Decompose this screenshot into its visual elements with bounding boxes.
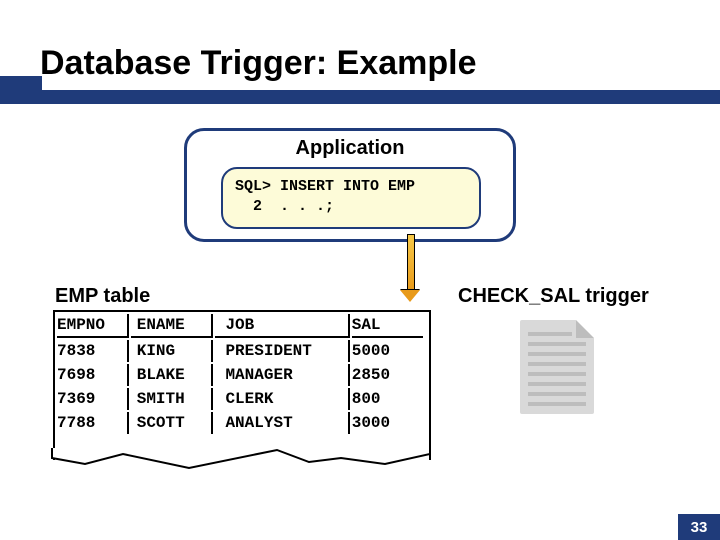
cell-job: ANALYST bbox=[215, 412, 349, 434]
cell-empno: 7369 bbox=[57, 388, 129, 410]
cell-job: CLERK bbox=[215, 388, 349, 410]
emp-table-label: EMP table bbox=[55, 285, 150, 308]
table-row: 7838 KING PRESIDENT 5000 bbox=[57, 340, 423, 362]
emp-table: EMPNO ENAME JOB SAL 7838 KING PRESIDENT … bbox=[55, 312, 425, 436]
table-row: 7698 BLAKE MANAGER 2850 bbox=[57, 364, 423, 386]
application-label: Application bbox=[187, 137, 513, 160]
sql-statement-box: SQL> INSERT INTO EMP 2 . . .; bbox=[221, 167, 481, 229]
cell-ename: KING bbox=[131, 340, 214, 362]
cell-job: PRESIDENT bbox=[215, 340, 349, 362]
arrow-down-icon bbox=[405, 234, 415, 300]
th-sal: SAL bbox=[352, 314, 423, 338]
th-empno: EMPNO bbox=[57, 314, 129, 338]
title-accent-bar bbox=[0, 90, 720, 104]
cell-sal: 3000 bbox=[352, 412, 423, 434]
cell-sal: 5000 bbox=[352, 340, 423, 362]
sql-line-1: SQL> INSERT INTO EMP bbox=[235, 177, 415, 197]
cell-sal: 2850 bbox=[352, 364, 423, 386]
cell-ename: SMITH bbox=[131, 388, 214, 410]
title-accent-block bbox=[0, 76, 42, 90]
cell-ename: SCOTT bbox=[131, 412, 214, 434]
cell-sal: 800 bbox=[352, 388, 423, 410]
title-bar: Database Trigger: Example bbox=[0, 50, 720, 105]
torn-edge-icon bbox=[51, 448, 431, 470]
check-sal-trigger-label: CHECK_SAL trigger bbox=[458, 285, 649, 308]
application-box: Application SQL> INSERT INTO EMP 2 . . .… bbox=[184, 128, 516, 242]
cell-empno: 7838 bbox=[57, 340, 129, 362]
cell-empno: 7698 bbox=[57, 364, 129, 386]
cell-ename: BLAKE bbox=[131, 364, 214, 386]
th-ename: ENAME bbox=[131, 314, 214, 338]
table-row: 7788 SCOTT ANALYST 3000 bbox=[57, 412, 423, 434]
table-row: 7369 SMITH CLERK 800 bbox=[57, 388, 423, 410]
page-number: 33 bbox=[691, 519, 708, 536]
th-job: JOB bbox=[215, 314, 349, 338]
slide-title: Database Trigger: Example bbox=[40, 44, 477, 83]
sql-content: SQL> INSERT INTO EMP 2 . . .; bbox=[235, 177, 415, 218]
cell-empno: 7788 bbox=[57, 412, 129, 434]
cell-job: MANAGER bbox=[215, 364, 349, 386]
table-header-row: EMPNO ENAME JOB SAL bbox=[57, 314, 423, 338]
sql-line-2: 2 . . .; bbox=[235, 197, 415, 217]
page-number-badge: 33 bbox=[678, 514, 720, 540]
document-icon bbox=[520, 320, 594, 414]
